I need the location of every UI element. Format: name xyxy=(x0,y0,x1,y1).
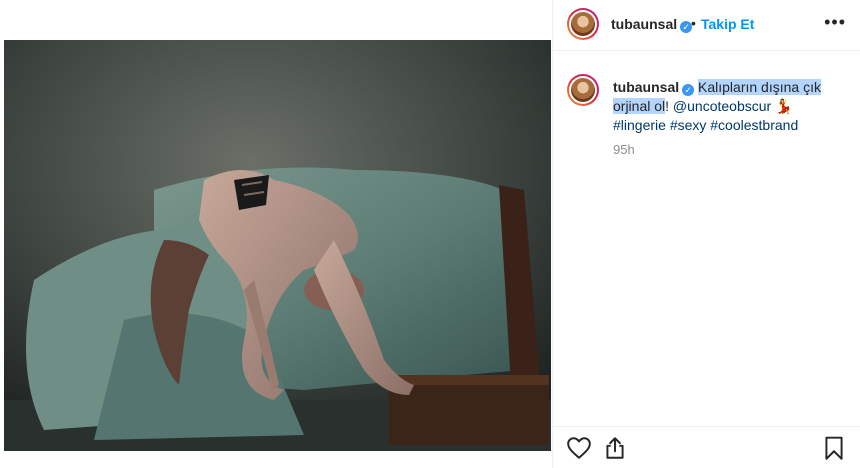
media-area xyxy=(0,0,552,468)
caption-text: tubaunsal ✓ Kalıpların dışına çık orjinal… xyxy=(613,78,843,135)
post-time[interactable]: 95h xyxy=(613,142,635,157)
action-bar xyxy=(553,426,860,468)
username-text[interactable]: tubaunsal xyxy=(611,16,677,32)
instagram-post-modal: tubaunsal ✓ • Takip Et ••• tubaunsal ✓ Kal… xyxy=(0,0,860,468)
follow-button[interactable]: Takip Et xyxy=(701,16,754,32)
avatar[interactable] xyxy=(567,8,599,40)
post-side-panel: tubaunsal ✓ • Takip Et ••• tubaunsal ✓ Kal… xyxy=(553,0,860,468)
avatar[interactable] xyxy=(567,74,599,106)
heart-icon[interactable] xyxy=(566,435,592,461)
mention-link[interactable]: @uncoteobscur xyxy=(673,98,771,114)
header-username[interactable]: tubaunsal ✓ xyxy=(611,16,693,33)
hashtags-link[interactable]: #lingerie #sexy #coolestbrand xyxy=(613,117,798,133)
caption-punctuation: ! xyxy=(665,98,670,114)
post-header: tubaunsal ✓ • Takip Et ••• xyxy=(553,0,860,51)
verified-badge-icon: ✓ xyxy=(682,84,695,96)
more-options-icon[interactable]: ••• xyxy=(824,12,846,33)
photo-illustration xyxy=(4,40,551,451)
separator-dot: • xyxy=(691,15,696,31)
post-photo[interactable] xyxy=(4,40,551,451)
dancer-emoji: 💃 xyxy=(775,98,793,114)
share-icon[interactable] xyxy=(602,435,628,461)
caption-username[interactable]: tubaunsal xyxy=(613,79,679,95)
bookmark-icon[interactable] xyxy=(821,435,847,461)
